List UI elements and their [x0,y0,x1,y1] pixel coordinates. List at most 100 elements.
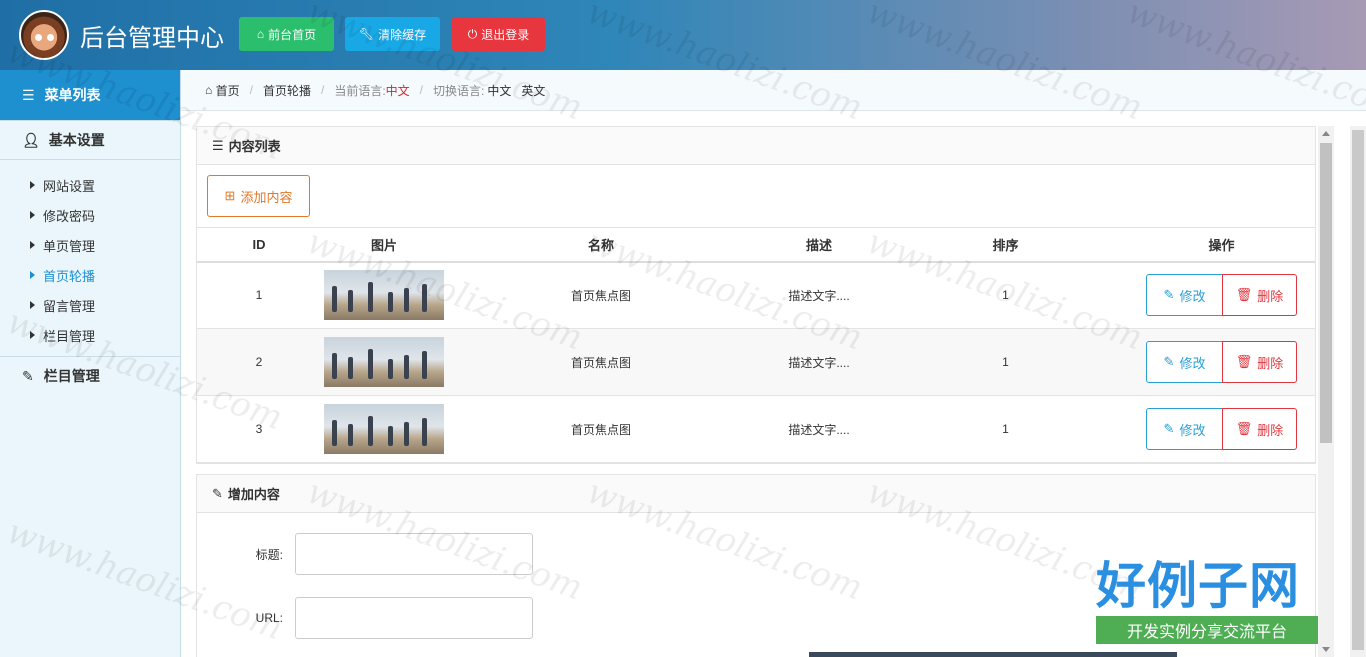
edit-label: 修改 [1179,288,1206,304]
sidebar-item-label: 栏目管理 [43,328,96,344]
current-language-label: 当前语言: [334,83,386,98]
sidebar-section-basic-label: 基本设置 [48,132,105,148]
cell-desc: 描述文字.... [755,395,883,463]
wrench-icon: 🔧︎ [358,27,375,41]
clear-cache-label: 清除缓存 [378,27,427,42]
trash-icon: 🗑︎ [1235,287,1253,303]
sidebar-item-label: 留言管理 [43,298,96,314]
url-field-label: URL: [255,611,283,625]
delete-button[interactable]: 🗑︎ 删除 [1222,408,1297,450]
brand-name: 好例子网 [1096,557,1300,615]
sidebar-section-columns[interactable]: ✎ 栏目管理 [0,357,180,395]
add-content-button[interactable]: ⊞ 添加内容 [207,175,310,217]
switch-language-zh[interactable]: 中文 [487,82,511,99]
cell-name: 首页焦点图 [447,261,755,329]
trash-icon: 🗑︎ [1235,421,1253,436]
column-header: 图片 [321,227,447,263]
column-header: 描述 [755,227,883,263]
caret-right-icon [30,301,35,309]
logout-button[interactable]: ⏻ 退出登录 [452,17,545,51]
title-field-label: 标题: [255,547,283,562]
title-input[interactable] [295,533,533,575]
url-input[interactable] [295,597,533,639]
title-field-row: 标题: [197,533,597,575]
column-header: ID [197,227,321,263]
column-header: 名称 [447,227,755,263]
delete-label: 删除 [1257,422,1284,438]
breadcrumb-home[interactable]: 首页 [216,82,240,99]
table-header-row: ID 图片 名称 描述 排序 操作 [197,227,1315,263]
cell-order: 1 [883,395,1128,463]
edit-label: 修改 [1179,422,1206,438]
frontend-home-button[interactable]: ⌂ 前台首页 [239,17,334,51]
avatar [19,10,69,60]
content-scrollbar[interactable] [1318,126,1334,657]
plus-square-icon: ⊞ [224,188,236,203]
add-content-label: 添加内容 [240,189,293,205]
sidebar-item-change-password[interactable]: 修改密码 [0,200,180,230]
edit-icon: ✎ [22,367,34,384]
sidebar-item-site-settings[interactable]: 网站设置 [0,170,180,200]
edit-button[interactable]: ✎ 修改 [1146,341,1223,383]
content-list-panel: ☰ 内容列表 ⊞ 添加内容 ID 图片 名称 描述 排序 操作 1 首页焦点图 … [196,126,1316,464]
edit-icon: ✎ [1163,287,1175,303]
row-actions: ✎ 修改 🗑︎ 删除 [1146,408,1297,450]
sidebar-item-label: 单页管理 [43,238,96,254]
delete-button[interactable]: 🗑︎ 删除 [1222,341,1297,383]
caret-right-icon [30,181,35,189]
content-table: ID 图片 名称 描述 排序 操作 1 首页焦点图 描述文字.... 1 ✎ 修改 [197,227,1315,463]
logout-label: 退出登录 [481,27,530,42]
breadcrumb-current[interactable]: 首页轮播 [263,82,311,99]
scroll-up-icon[interactable] [1322,131,1330,136]
bottom-dark-bar [809,652,1177,657]
site-brand-logo: 好例子网 开发实例分享交流平台 [1096,556,1318,644]
page-scrollbar[interactable] [1350,126,1366,657]
sidebar-section-basic[interactable]: 👤︎ 基本设置 [0,120,180,160]
breadcrumb: ⌂ 首页 / 首页轮播 / 当前语言: 中文 / 切换语言: 中文 英文 [181,70,1366,111]
sidebar-item-carousel[interactable]: 首页轮播 [0,260,180,290]
sidebar-item-label: 修改密码 [43,208,96,224]
list-icon: ☰ [22,86,35,103]
scrollbar-thumb[interactable] [1352,130,1364,650]
cell-name: 首页焦点图 [447,395,755,463]
delete-button[interactable]: 🗑︎ 删除 [1222,274,1297,317]
edit-icon: ✎ [212,485,223,501]
clear-cache-button[interactable]: 🔧︎ 清除缓存 [345,17,440,51]
cell-id: 3 [197,395,321,463]
cell-id: 2 [197,328,321,396]
carousel-thumbnail [324,404,444,454]
switch-language-en[interactable]: 英文 [521,82,545,99]
scrollbar-thumb[interactable] [1320,143,1332,443]
row-actions: ✎ 修改 🗑︎ 删除 [1146,341,1297,383]
edit-button[interactable]: ✎ 修改 [1146,274,1223,317]
caret-right-icon [30,241,35,249]
edit-icon: ✎ [1163,421,1175,436]
carousel-thumbnail [324,270,444,321]
table-row: 3 首页焦点图 描述文字.... 1 ✎ 修改 🗑︎ 删除 [197,395,1315,463]
home-icon: ⌂ [256,27,265,41]
edit-button[interactable]: ✎ 修改 [1146,408,1223,450]
current-language-value: 中文 [385,83,410,98]
sidebar-item-messages[interactable]: 留言管理 [0,290,180,320]
cell-desc: 描述文字.... [755,261,883,329]
caret-right-icon [30,271,35,279]
sidebar-item-label: 首页轮播 [43,268,96,284]
cell-order: 1 [883,328,1128,396]
delete-label: 删除 [1257,355,1284,371]
cell-order: 1 [883,261,1128,329]
brand-slogan: 开发实例分享交流平台 [1096,616,1318,644]
delete-label: 删除 [1257,288,1284,304]
sidebar: ☰ 菜单列表 👤︎ 基本设置 网站设置 修改密码 单页管理 首页轮播 留言管理 … [0,70,181,657]
row-actions: ✎ 修改 🗑︎ 删除 [1146,274,1297,317]
top-header: 后台管理中心 ⌂ 前台首页 🔧︎ 清除缓存 ⏻ 退出登录 [0,0,1366,70]
scroll-down-icon[interactable] [1322,647,1330,652]
home-icon: ⌂ [205,83,216,97]
edit-icon: ✎ [1163,354,1175,369]
sidebar-item-columns[interactable]: 栏目管理 [0,320,180,350]
carousel-thumbnail [324,337,444,387]
table-row: 2 首页焦点图 描述文字.... 1 ✎ 修改 🗑︎ 删除 [197,328,1315,396]
list-icon: ☰ [212,137,224,153]
sidebar-item-single-page[interactable]: 单页管理 [0,230,180,260]
trash-icon: 🗑︎ [1235,354,1253,369]
add-content-header: ✎ 增加内容 [197,475,1315,513]
